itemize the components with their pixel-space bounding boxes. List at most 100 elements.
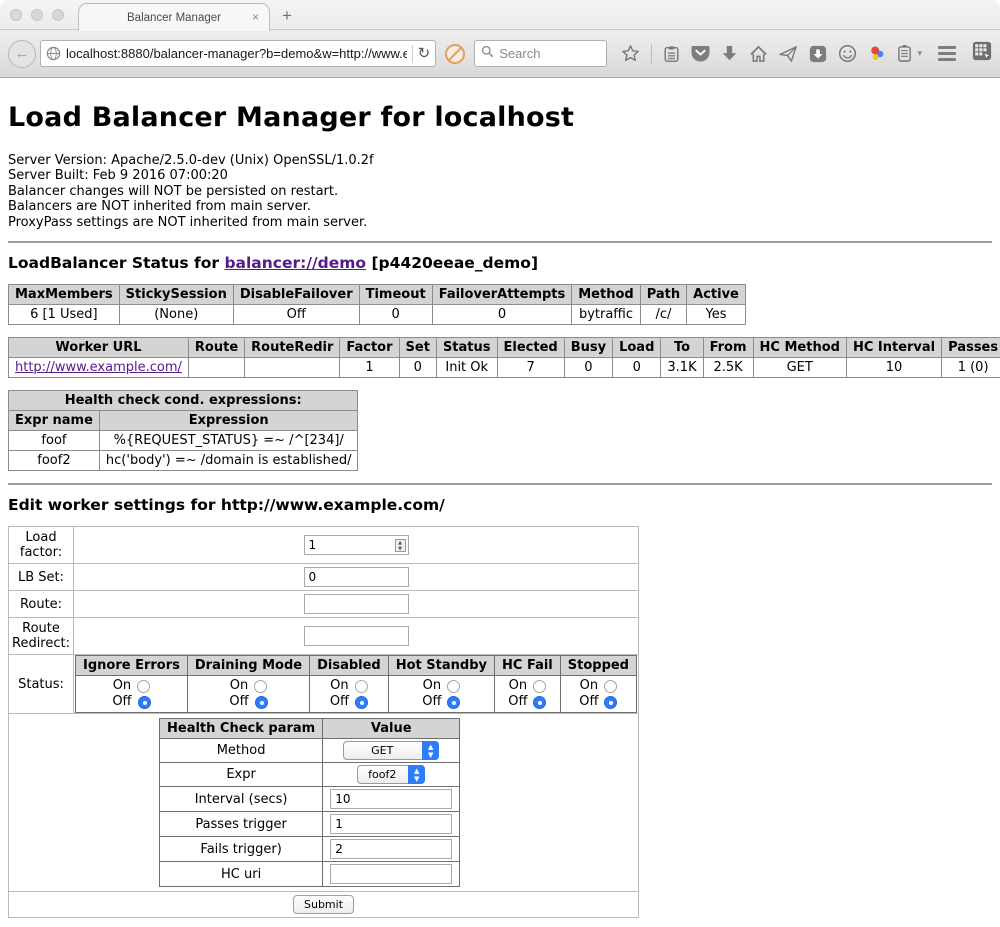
balancers-note-line: Balancers are NOT inherited from main se… <box>8 199 992 214</box>
status-label: Status: <box>9 655 74 714</box>
table-header-row: Worker URL Route RouteRedir Factor Set S… <box>9 338 1000 358</box>
stopped-off-radio[interactable] <box>604 696 617 709</box>
balancer-demo-link[interactable]: balancer://demo <box>224 254 366 272</box>
route-redirect-label: Route Redirect: <box>9 618 74 655</box>
hot-standby-on-radio[interactable] <box>447 680 460 693</box>
tab-title: Balancer Manager <box>127 12 221 24</box>
server-built-line: Server Built: Feb 9 2016 07:00:20 <box>8 168 992 183</box>
disabled-on-radio[interactable] <box>355 680 368 693</box>
character-grid-icon[interactable] <box>972 41 992 66</box>
navigation-toolbar: ← localhost:8880/balancer-manager?b=demo… <box>0 30 1000 78</box>
ignore-errors-radios: On Off <box>76 676 188 713</box>
browser-window: Balancer Manager × + ← localhost:8880/ba… <box>0 0 1000 927</box>
status-row: Status: Ignore Errors Draining Mode Disa… <box>9 655 639 714</box>
draining-mode-off-radio[interactable] <box>255 696 268 709</box>
lb-set-row: LB Set: <box>9 564 639 591</box>
draining-mode-on-radio[interactable] <box>254 680 267 693</box>
feedback-smiley-icon[interactable] <box>838 44 857 63</box>
health-check-expressions-table: Health check cond. expressions: Expr nam… <box>8 390 358 471</box>
close-window-button[interactable] <box>10 9 22 21</box>
search-bar[interactable]: Search <box>474 40 607 67</box>
send-tab-icon[interactable] <box>779 45 798 63</box>
route-row: Route: <box>9 591 639 618</box>
table-title-row: Health check cond. expressions: <box>9 391 358 411</box>
tab-balancer-manager[interactable]: Balancer Manager × <box>78 3 270 31</box>
bookmark-star-icon[interactable] <box>621 44 640 63</box>
menu-icon[interactable] <box>938 46 956 61</box>
hc-uri-input[interactable] <box>330 864 452 884</box>
route-label: Route: <box>9 591 74 618</box>
worker-row: http://www.example.com/ 1 0 Init Ok 7 0 … <box>9 358 1000 378</box>
tab-close-icon[interactable]: × <box>252 10 259 24</box>
table-header-row: Expr name Expression <box>9 411 358 431</box>
ignore-errors-off-radio[interactable] <box>138 696 151 709</box>
worker-table: Worker URL Route RouteRedir Factor Set S… <box>8 337 1000 378</box>
number-stepper-icon[interactable]: ▲▼ <box>395 539 406 552</box>
interval-input[interactable] <box>330 789 452 809</box>
lb-set-input[interactable] <box>304 567 409 587</box>
fails-input[interactable] <box>330 839 452 859</box>
battery-status-icon[interactable] <box>897 44 912 63</box>
search-placeholder: Search <box>499 46 540 61</box>
hc-expr-row: Expr foof2▲▼ <box>160 763 460 787</box>
reload-icon[interactable]: ↻ <box>418 46 431 61</box>
disabled-radios: On Off <box>310 676 389 713</box>
loadbalancer-status-heading: LoadBalancer Status for balancer://demo … <box>8 254 992 272</box>
back-button[interactable]: ← <box>8 40 36 68</box>
status-radio-row: On Off On Off On Off <box>76 676 637 713</box>
load-factor-input[interactable] <box>304 535 409 555</box>
persist-note-line: Balancer changes will NOT be persisted o… <box>8 184 992 199</box>
route-input[interactable] <box>304 594 409 614</box>
hot-standby-off-radio[interactable] <box>447 696 460 709</box>
reading-list-icon[interactable] <box>663 45 680 63</box>
new-tab-button[interactable]: + <box>282 6 292 26</box>
url-text[interactable]: localhost:8880/balancer-manager?b=demo&w… <box>66 46 407 61</box>
globe-icon <box>46 46 61 61</box>
hc-passes-row: Passes trigger <box>160 812 460 837</box>
method-select[interactable]: GET▲▼ <box>343 741 439 760</box>
pocket-icon[interactable] <box>691 45 710 62</box>
hc-fail-off-radio[interactable] <box>533 696 546 709</box>
hc-fail-on-radio[interactable] <box>533 680 546 693</box>
page-content: Load Balancer Manager for localhost Serv… <box>0 78 1000 926</box>
content-blocked-icon[interactable] <box>445 44 465 64</box>
toolbar-icons: ▾ <box>621 44 922 64</box>
minimize-window-button[interactable] <box>31 9 43 21</box>
extension-download-icon[interactable] <box>809 45 827 63</box>
table-header-row: MaxMembers StickySession DisableFailover… <box>9 285 746 305</box>
stopped-radios: On Off <box>560 676 636 713</box>
hc-method-row: Method GET▲▼ <box>160 739 460 763</box>
server-info: Server Version: Apache/2.5.0-dev (Unix) … <box>8 153 992 230</box>
passes-input[interactable] <box>330 814 452 834</box>
urlbar-divider <box>412 45 413 63</box>
draining-mode-radios: On Off <box>187 676 309 713</box>
downloads-icon[interactable] <box>721 45 738 63</box>
submit-row: Submit <box>9 892 639 918</box>
hc-interval-row: Interval (secs) <box>160 787 460 812</box>
select-arrows-icon: ▲▼ <box>422 741 439 760</box>
home-icon[interactable] <box>749 45 768 63</box>
hc-uri-row: HC uri <box>160 862 460 887</box>
chevron-down-icon[interactable]: ▾ <box>917 48 922 59</box>
ignore-errors-on-radio[interactable] <box>137 680 150 693</box>
worker-url-link[interactable]: http://www.example.com/ <box>15 360 182 375</box>
health-params-row: Health Check param Value Method GET▲▼ Ex… <box>9 714 639 892</box>
url-bar[interactable]: localhost:8880/balancer-manager?b=demo&w… <box>40 40 436 67</box>
status-header-row: Ignore Errors Draining Mode Disabled Hot… <box>76 656 637 676</box>
hc-header-row: Health Check param Value <box>160 719 460 739</box>
edit-worker-form: Load factor: ▲▼ LB Set: Route: Route Red… <box>8 526 639 918</box>
window-controls <box>10 9 64 21</box>
toolbar-separator <box>651 44 652 64</box>
edit-worker-heading: Edit worker settings for http://www.exam… <box>8 496 992 514</box>
load-factor-row: Load factor: ▲▼ <box>9 527 639 564</box>
stopped-on-radio[interactable] <box>604 680 617 693</box>
expr-select[interactable]: foof2▲▼ <box>357 765 425 784</box>
expr-row: foof %{REQUEST_STATUS} =~ /^[234]/ <box>9 431 358 451</box>
disabled-off-radio[interactable] <box>355 696 368 709</box>
zoom-window-button[interactable] <box>52 9 64 21</box>
multicolor-dots-extension-icon[interactable] <box>868 45 886 63</box>
tab-bar: Balancer Manager × + <box>0 0 1000 30</box>
submit-button[interactable]: Submit <box>293 895 354 914</box>
divider <box>8 241 992 243</box>
route-redirect-input[interactable] <box>304 626 409 646</box>
